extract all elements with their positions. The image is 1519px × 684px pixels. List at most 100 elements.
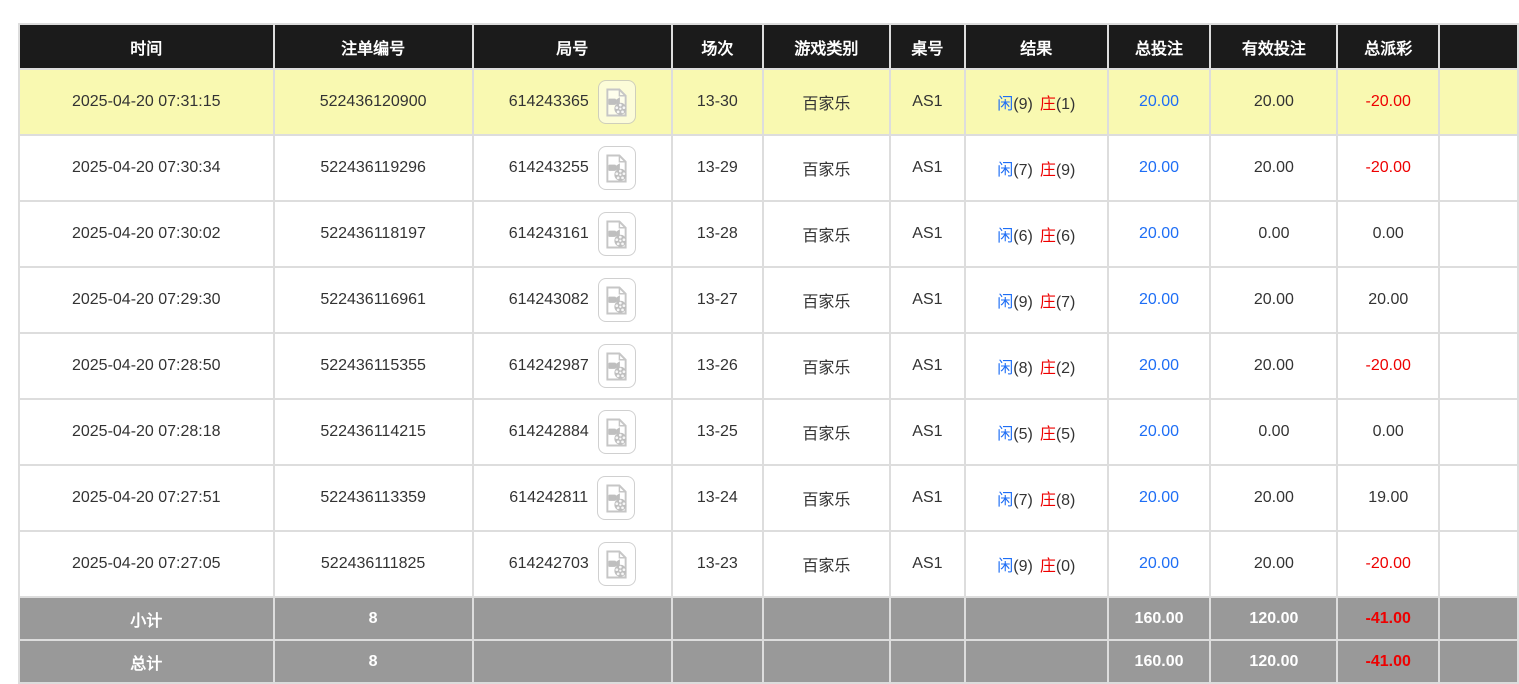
table-number-cell: AS1 (891, 70, 964, 134)
bet-number-cell: 522436119296 (275, 136, 472, 200)
session-cell: 13-28 (673, 202, 762, 266)
video-replay-icon (604, 154, 629, 183)
table-row: 2025-04-20 07:27:05 522436111825 6142427… (20, 532, 1517, 596)
video-replay-icon (604, 418, 629, 447)
grand-total-valid-bet: 120.00 (1211, 641, 1336, 682)
round-number: 614242703 (509, 555, 589, 573)
subtotal-label: 小计 (20, 598, 273, 639)
video-replay-button[interactable] (598, 410, 636, 454)
result-player-score: (6) (1013, 228, 1033, 245)
round-number: 614242811 (509, 489, 588, 507)
table-row: 2025-04-20 07:27:51 522436113359 6142428… (20, 466, 1517, 530)
total-bet-link[interactable]: 20.00 (1109, 532, 1210, 596)
payout-cell: 20.00 (1338, 268, 1438, 332)
col-header-game-type: 游戏类别 (764, 25, 889, 68)
grand-total-empty-cell (764, 641, 889, 682)
result-banker-score: (8) (1056, 492, 1076, 509)
result-player-label: 闲 (997, 96, 1013, 113)
payout-cell: 19.00 (1338, 466, 1438, 530)
round-number: 614243082 (509, 291, 589, 309)
subtotal-row: 小计 8 160.00 120.00 -41.00 (20, 598, 1517, 639)
payout-cell: 0.00 (1338, 202, 1438, 266)
subtotal-payout: -41.00 (1338, 598, 1438, 639)
video-replay-icon (604, 88, 629, 117)
row-empty-cell (1440, 70, 1517, 134)
total-bet-link[interactable]: 20.00 (1109, 268, 1210, 332)
round-number: 614243255 (509, 159, 589, 177)
round-cell: 614242884 (474, 400, 671, 464)
time-cell: 2025-04-20 07:28:50 (20, 334, 273, 398)
round-number: 614242884 (509, 423, 589, 441)
total-bet-link[interactable]: 20.00 (1109, 466, 1210, 530)
valid-bet-cell: 20.00 (1211, 532, 1336, 596)
row-empty-cell (1440, 400, 1517, 464)
video-replay-icon (604, 484, 629, 513)
result-banker-label: 庄 (1040, 228, 1056, 245)
table-row: 2025-04-20 07:28:50 522436115355 6142429… (20, 334, 1517, 398)
round-cell: 614242987 (474, 334, 671, 398)
round-number: 614243365 (509, 93, 589, 111)
result-player-label: 闲 (997, 162, 1013, 179)
video-replay-button[interactable] (598, 278, 636, 322)
result-player-score: (7) (1013, 162, 1033, 179)
bet-number-cell: 522436114215 (275, 400, 472, 464)
result-cell: 闲(9)庄(1) (966, 70, 1106, 134)
total-bet-link[interactable]: 20.00 (1109, 202, 1210, 266)
result-player-label: 闲 (997, 360, 1013, 377)
total-bet-link[interactable]: 20.00 (1109, 334, 1210, 398)
payout-cell: 0.00 (1338, 400, 1438, 464)
result-banker-score: (1) (1056, 96, 1076, 113)
valid-bet-cell: 20.00 (1211, 334, 1336, 398)
game-type-cell: 百家乐 (764, 202, 889, 266)
grand-total-count: 8 (275, 641, 472, 682)
round-number: 614243161 (509, 225, 589, 243)
result-cell: 闲(7)庄(9) (966, 136, 1106, 200)
video-replay-button[interactable] (598, 212, 636, 256)
video-replay-button[interactable] (598, 344, 636, 388)
valid-bet-cell: 20.00 (1211, 466, 1336, 530)
bet-number-cell: 522436118197 (275, 202, 472, 266)
result-banker-label: 庄 (1040, 96, 1056, 113)
video-replay-button[interactable] (598, 542, 636, 586)
video-replay-button[interactable] (597, 476, 635, 520)
total-bet-link[interactable]: 20.00 (1109, 136, 1210, 200)
round-cell: 614243365 (474, 70, 671, 134)
session-cell: 13-29 (673, 136, 762, 200)
result-player-label: 闲 (997, 558, 1013, 575)
grand-total-empty-cell (474, 641, 671, 682)
total-bet-link[interactable]: 20.00 (1109, 70, 1210, 134)
round-cell: 614243161 (474, 202, 671, 266)
result-player-score: (7) (1013, 492, 1033, 509)
col-header-session: 场次 (673, 25, 762, 68)
result-player-score: (5) (1013, 426, 1033, 443)
table-number-cell: AS1 (891, 466, 964, 530)
result-cell: 闲(8)庄(2) (966, 334, 1106, 398)
payout-cell: -20.00 (1338, 532, 1438, 596)
grand-total-payout: -41.00 (1338, 641, 1438, 682)
bet-number-cell: 522436116961 (275, 268, 472, 332)
subtotal-empty-cell (891, 598, 964, 639)
row-empty-cell (1440, 136, 1517, 200)
row-empty-cell (1440, 268, 1517, 332)
valid-bet-cell: 20.00 (1211, 136, 1336, 200)
bet-records-page: 时间 注单编号 局号 场次 游戏类别 桌号 结果 总投注 有效投注 总派彩 20… (0, 0, 1519, 684)
row-empty-cell (1440, 532, 1517, 596)
time-cell: 2025-04-20 07:29:30 (20, 268, 273, 332)
video-replay-button[interactable] (598, 146, 636, 190)
video-replay-button[interactable] (598, 80, 636, 124)
table-number-cell: AS1 (891, 334, 964, 398)
subtotal-count: 8 (275, 598, 472, 639)
result-cell: 闲(9)庄(7) (966, 268, 1106, 332)
row-empty-cell (1440, 466, 1517, 530)
game-type-cell: 百家乐 (764, 334, 889, 398)
col-header-total-bet: 总投注 (1109, 25, 1210, 68)
time-cell: 2025-04-20 07:30:02 (20, 202, 273, 266)
grand-total-empty-cell (673, 641, 762, 682)
result-banker-label: 庄 (1040, 558, 1056, 575)
grand-total-empty-cell (1440, 641, 1517, 682)
table-number-cell: AS1 (891, 268, 964, 332)
total-bet-link[interactable]: 20.00 (1109, 400, 1210, 464)
valid-bet-cell: 20.00 (1211, 268, 1336, 332)
result-banker-label: 庄 (1040, 162, 1056, 179)
payout-cell: -20.00 (1338, 334, 1438, 398)
